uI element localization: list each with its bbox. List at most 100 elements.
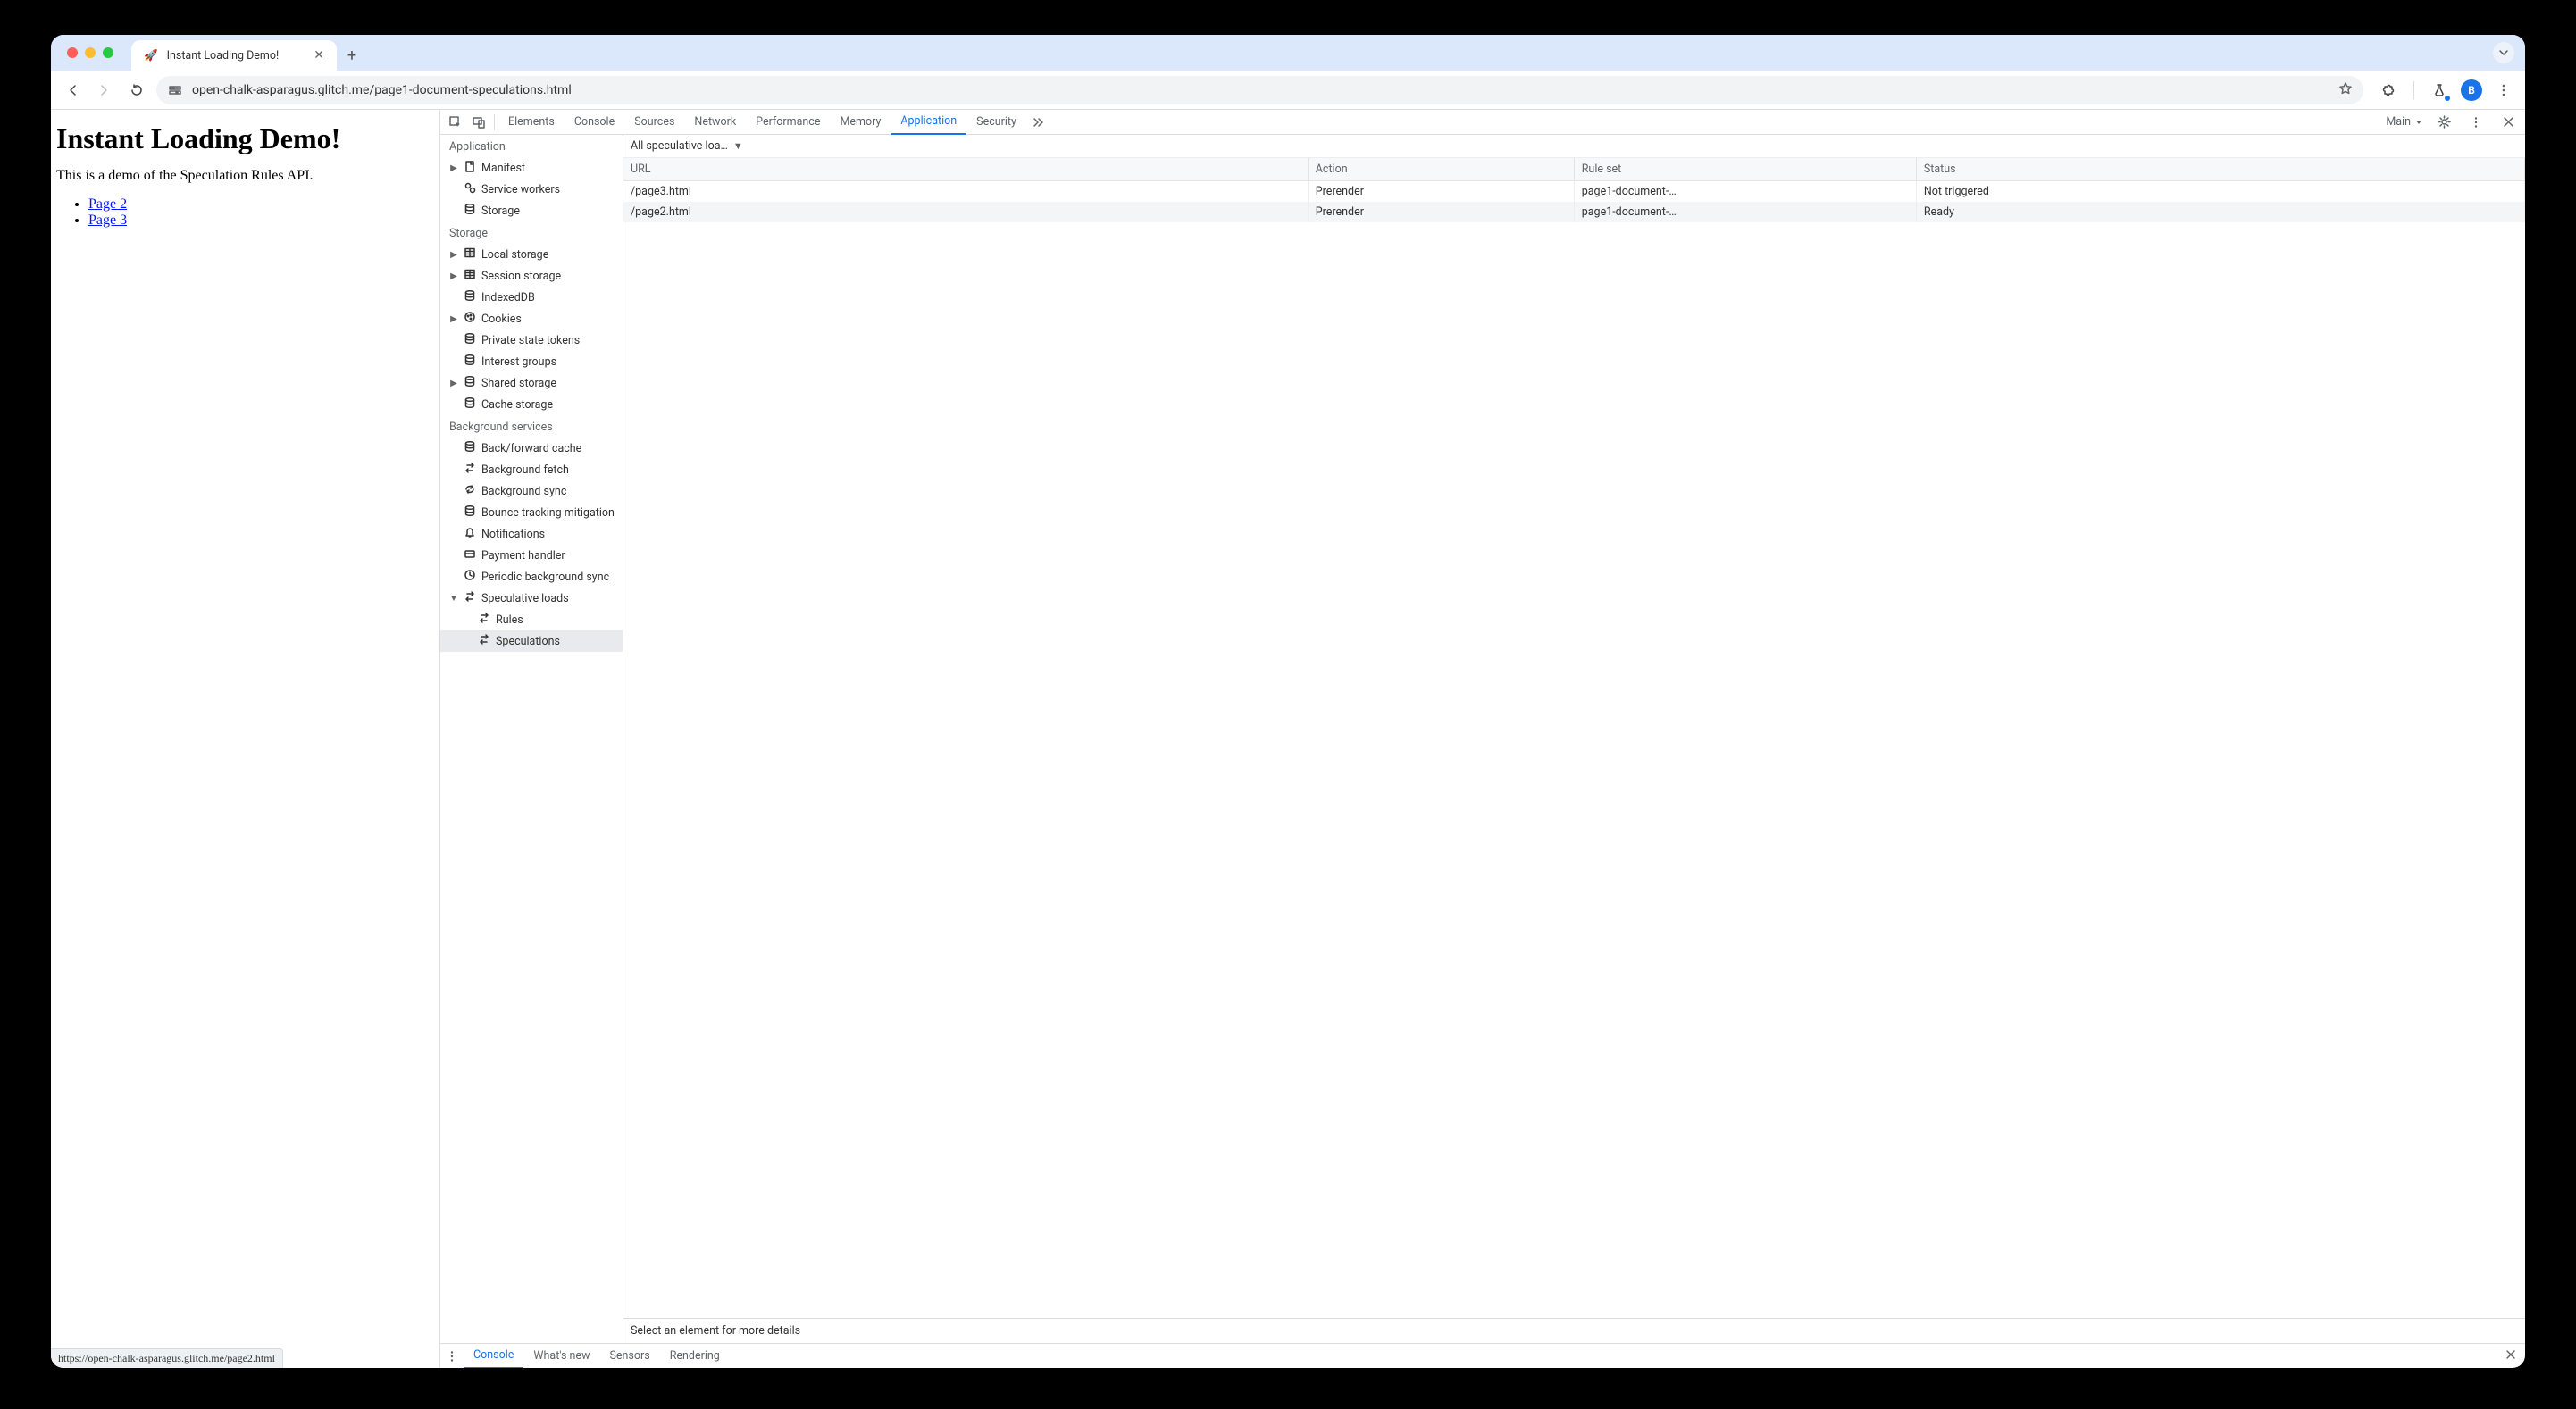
- drawer-tab-what-s-new[interactable]: What's new: [523, 1344, 599, 1369]
- inspect-button[interactable]: [444, 110, 467, 135]
- drawer-tab-console[interactable]: Console: [464, 1344, 523, 1369]
- sidebar-item-cache-storage[interactable]: Cache storage: [440, 394, 623, 415]
- sidebar-item-private-state-tokens[interactable]: Private state tokens: [440, 329, 623, 351]
- sidebar-item-label: Cookies: [481, 313, 522, 326]
- close-tab-button[interactable]: ✕: [314, 48, 324, 63]
- sidebar-item-label: Payment handler: [481, 549, 565, 563]
- devtools-tab-application[interactable]: Application: [891, 110, 966, 135]
- sidebar-item-local-storage[interactable]: ▶Local storage: [440, 244, 623, 265]
- sidebar-item-background-sync[interactable]: Background sync: [440, 480, 623, 502]
- devtools-settings-button[interactable]: [2432, 110, 2455, 135]
- table-row[interactable]: /page3.htmlPrerenderpage1-document-…Not …: [623, 181, 2525, 203]
- sidebar-item-service-workers[interactable]: Service workers: [440, 179, 623, 200]
- sidebar-item-speculations[interactable]: Speculations: [440, 630, 623, 652]
- sidebar-item-rules[interactable]: Rules: [440, 609, 623, 630]
- sidebar-item-storage[interactable]: Storage: [440, 200, 623, 221]
- triangle-down-icon: [2414, 118, 2423, 127]
- back-button[interactable]: [60, 78, 85, 103]
- devtools-tab-performance[interactable]: Performance: [746, 110, 830, 135]
- maximize-window-button[interactable]: [103, 47, 113, 58]
- arrow-right-icon: [97, 83, 112, 97]
- file-icon: [464, 160, 476, 176]
- devtools-tab-memory[interactable]: Memory: [830, 110, 891, 135]
- sidebar-item-payment-handler[interactable]: Payment handler: [440, 545, 623, 566]
- application-main: All speculative loa… ▼ URLActionRule set…: [623, 135, 2525, 1343]
- sidebar-group-title: Storage: [440, 221, 623, 244]
- column-header[interactable]: Status: [1916, 158, 2524, 181]
- sidebar-item-manifest[interactable]: ▶Manifest: [440, 157, 623, 179]
- grid-icon: [464, 268, 476, 284]
- sidebar-item-label: Service workers: [481, 183, 560, 196]
- table-row[interactable]: /page2.htmlPrerenderpage1-document-…Read…: [623, 202, 2525, 222]
- sidebar-item-label: Manifest: [481, 162, 525, 175]
- sidebar-item-indexeddb[interactable]: IndexedDB: [440, 287, 623, 308]
- toolbar: open-chalk-asparagus.glitch.me/page1-doc…: [51, 71, 2525, 110]
- details-hint: Select an element for more details: [623, 1318, 2525, 1343]
- filter-dropdown[interactable]: All speculative loa… ▼: [631, 139, 743, 153]
- site-settings-icon[interactable]: [167, 82, 183, 98]
- drawer-tab-sensors[interactable]: Sensors: [599, 1344, 659, 1369]
- sidebar-item-bounce-tracking-mitigation[interactable]: Bounce tracking mitigation: [440, 502, 623, 523]
- swap-icon: [464, 590, 476, 606]
- chevron-down-icon: [2498, 47, 2509, 58]
- notification-dot-icon: [2445, 96, 2450, 101]
- profile-avatar[interactable]: B: [2461, 79, 2482, 101]
- star-icon: [2338, 81, 2353, 96]
- devtools-tab-sources[interactable]: Sources: [624, 110, 684, 135]
- extensions-button[interactable]: [2376, 78, 2401, 103]
- column-header[interactable]: URL: [623, 158, 1308, 181]
- column-header[interactable]: Rule set: [1574, 158, 1916, 181]
- reload-button[interactable]: [124, 78, 149, 103]
- triangle-down-icon: ▼: [733, 140, 743, 152]
- sidebar-item-interest-groups[interactable]: Interest groups: [440, 351, 623, 372]
- toolbar-right: B: [2371, 78, 2516, 103]
- drawer-close-button[interactable]: [2497, 1349, 2525, 1363]
- sidebar-item-background-fetch[interactable]: Background fetch: [440, 459, 623, 480]
- forward-button[interactable]: [92, 78, 117, 103]
- close-window-button[interactable]: [67, 47, 78, 58]
- url-text: open-chalk-asparagus.glitch.me/page1-doc…: [192, 83, 572, 97]
- sidebar-item-shared-storage[interactable]: ▶Shared storage: [440, 372, 623, 394]
- drawer-tab-rendering[interactable]: Rendering: [660, 1344, 730, 1369]
- db-icon: [464, 354, 476, 370]
- sidebar-item-speculative-loads[interactable]: ▼Speculative loads: [440, 588, 623, 609]
- labs-button[interactable]: [2427, 78, 2452, 103]
- sidebar-item-label: Bounce tracking mitigation: [481, 506, 615, 520]
- window-controls: [60, 35, 122, 71]
- devtools-menu-button[interactable]: [2464, 110, 2488, 135]
- target-selector[interactable]: Main: [2386, 115, 2423, 129]
- tab-search-button[interactable]: [2493, 42, 2514, 63]
- devtools-tab-console[interactable]: Console: [565, 110, 624, 135]
- column-header[interactable]: Action: [1308, 158, 1574, 181]
- sidebar-item-notifications[interactable]: Notifications: [440, 523, 623, 545]
- device-toggle-button[interactable]: [467, 110, 490, 135]
- cell-url: /page2.html: [623, 202, 1308, 222]
- sidebar-item-cookies[interactable]: ▶Cookies: [440, 308, 623, 329]
- cell-action: Prerender: [1308, 202, 1574, 222]
- close-icon: [2503, 116, 2514, 128]
- devtools-tab-elements[interactable]: Elements: [498, 110, 565, 135]
- devtools-close-button[interactable]: [2497, 110, 2520, 135]
- new-tab-button[interactable]: +: [337, 40, 367, 71]
- sidebar-item-label: IndexedDB: [481, 291, 535, 304]
- browser-tab[interactable]: 🚀 Instant Loading Demo! ✕: [131, 40, 337, 71]
- devtools-tab-security[interactable]: Security: [966, 110, 1026, 135]
- cell-action: Prerender: [1308, 181, 1574, 203]
- close-icon: [2505, 1349, 2516, 1360]
- devtools-tab-network[interactable]: Network: [684, 110, 746, 135]
- page-link[interactable]: Page 2: [88, 196, 127, 212]
- page-intro: This is a demo of the Speculation Rules …: [56, 168, 434, 184]
- page-link[interactable]: Page 3: [88, 213, 127, 228]
- drawer-menu-button[interactable]: [440, 1350, 464, 1363]
- minimize-window-button[interactable]: [85, 47, 96, 58]
- inspect-icon: [448, 115, 463, 129]
- bookmark-button[interactable]: [2338, 81, 2353, 99]
- more-tabs-button[interactable]: [1026, 110, 1050, 135]
- card-icon: [464, 547, 476, 563]
- chrome-menu-button[interactable]: [2491, 78, 2516, 103]
- sidebar-item-back-forward-cache[interactable]: Back/forward cache: [440, 438, 623, 459]
- sidebar-item-periodic-background-sync[interactable]: Periodic background sync: [440, 566, 623, 588]
- address-bar[interactable]: open-chalk-asparagus.glitch.me/page1-doc…: [156, 76, 2363, 104]
- sidebar-item-session-storage[interactable]: ▶Session storage: [440, 265, 623, 287]
- cell-ruleset: page1-document-…: [1574, 181, 1916, 203]
